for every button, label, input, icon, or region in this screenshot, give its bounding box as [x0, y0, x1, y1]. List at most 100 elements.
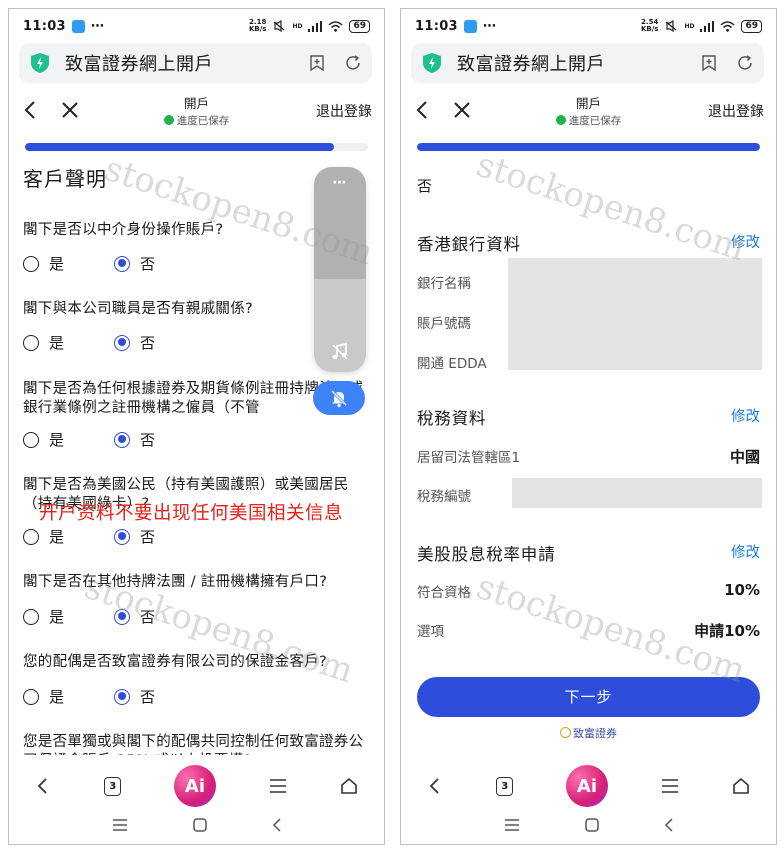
browser-page-title: 致富證券網上開戶: [457, 54, 605, 75]
home-square-icon[interactable]: [584, 818, 599, 832]
home-icon[interactable]: [340, 777, 358, 795]
home-square-icon[interactable]: [192, 818, 207, 832]
battery-indicator: 69: [741, 19, 762, 33]
system-nav-bar: [9, 809, 384, 841]
radio-no-selected[interactable]: [114, 688, 131, 705]
progress-bar: [25, 143, 368, 151]
bell-off-icon: [330, 389, 348, 408]
phone-screen-right: 11:03 ⋯ 2.54 KB/s HD 69 致富證券網上開戶 開戶 進度已保…: [400, 8, 777, 845]
progress-fill: [417, 143, 760, 151]
browser-url-bar[interactable]: 致富證券網上開戶: [19, 43, 372, 83]
radio-group-licensed-employee: 是 否: [23, 429, 155, 450]
phone-screen-left: 11:03 ⋯ 2.18 KB/s HD 69 致富證券網上開戶 開戶 進度已保…: [8, 8, 385, 845]
previous-answer: 否: [417, 177, 433, 195]
page-nav-bar: 開戶 進度已保存 退出登錄: [9, 91, 384, 135]
bookmark-add-icon[interactable]: [700, 54, 718, 72]
edit-bank-link[interactable]: 修改: [731, 231, 760, 252]
check-icon: [163, 115, 174, 125]
radio-group-spouse-margin: 是 否: [23, 686, 155, 707]
edit-us-dividend-link[interactable]: 修改: [731, 541, 760, 562]
bank-section-title: 香港銀行資料: [417, 235, 521, 254]
radio-no-selected[interactable]: [114, 334, 131, 351]
shield-icon: [423, 53, 441, 73]
brand-logo-icon: [560, 727, 571, 738]
question-spouse-margin: 您的配偶是否致富證券有限公司的保證金客戶?: [23, 654, 327, 670]
status-bar: 11:03 ⋯ 2.54 KB/s HD 69: [401, 9, 776, 43]
eligibility-row: 符合資格 10%: [417, 581, 760, 601]
tab-count-button[interactable]: 3: [104, 776, 122, 796]
next-step-button[interactable]: 下一步: [417, 677, 760, 717]
progress-bar: [417, 143, 760, 151]
bank-section: 香港銀行資料 修改: [417, 231, 760, 255]
residence-value: 中國: [729, 448, 760, 466]
refresh-icon[interactable]: [344, 54, 362, 72]
check-icon: [555, 115, 566, 125]
radio-yes[interactable]: [23, 528, 39, 545]
browser-bottom-bar: 3 Ai: [9, 757, 384, 815]
radio-yes[interactable]: [23, 431, 39, 448]
bookmark-add-icon[interactable]: [308, 54, 326, 72]
option-row: 選項 申請10%: [417, 622, 760, 640]
status-time: 11:03: [415, 18, 458, 34]
system-back-icon[interactable]: [664, 818, 674, 832]
menu-icon[interactable]: [661, 778, 679, 794]
logout-button[interactable]: 退出登錄: [316, 101, 372, 121]
more-notifications-icon: ⋯: [482, 18, 496, 34]
shield-icon: [31, 53, 49, 73]
question-other-accounts: 閣下是否在其他持牌法團 / 註冊機構擁有戶口?: [23, 574, 328, 590]
signal-icon: [308, 20, 323, 32]
refresh-icon[interactable]: [736, 54, 754, 72]
recent-apps-icon[interactable]: [112, 819, 128, 831]
redacted-tin: [512, 478, 762, 508]
ai-assistant-button[interactable]: Ai: [565, 765, 608, 807]
home-icon[interactable]: [732, 777, 750, 795]
radio-group-staff-relative: 是 否: [23, 332, 155, 353]
recent-apps-icon[interactable]: [504, 819, 520, 831]
more-icon[interactable]: ⋯: [314, 175, 366, 191]
radio-group-intermediary: 是 否: [23, 253, 155, 274]
tax-section: 稅務資料 修改: [417, 405, 760, 429]
annotation-note: 开户资料不要出现任何美国相关信息: [39, 503, 344, 524]
radio-no-selected[interactable]: [114, 528, 131, 545]
edit-tax-link[interactable]: 修改: [731, 405, 760, 426]
network-speed: 2.54 KB/s: [640, 18, 659, 33]
radio-yes[interactable]: [23, 688, 39, 705]
tab-count-button[interactable]: 3: [496, 776, 514, 796]
silent-icon: [274, 20, 285, 32]
question-voting-control: 您是否單獨或與閣下的配偶共同控制任何致富證券公司保證金賬戶 35% 或以上投票權…: [23, 734, 364, 755]
ai-assistant-button[interactable]: Ai: [173, 765, 216, 807]
radio-yes[interactable]: [23, 608, 39, 625]
floating-media-panel[interactable]: ⋯: [314, 167, 366, 372]
status-time: 11:03: [23, 18, 66, 34]
status-bar: 11:03 ⋯ 2.18 KB/s HD 69: [9, 9, 384, 43]
browser-bottom-bar: 3 Ai: [401, 757, 776, 815]
silent-icon: [666, 20, 677, 32]
radio-no-selected[interactable]: [114, 431, 131, 448]
browser-page-title: 致富證券網上開戶: [65, 54, 213, 75]
music-note-icon[interactable]: [330, 342, 350, 362]
radio-yes[interactable]: [23, 255, 39, 272]
radio-yes[interactable]: [23, 334, 39, 351]
option-value: 申請10%: [694, 622, 760, 640]
back-icon[interactable]: [35, 777, 51, 795]
browser-url-bar[interactable]: 致富證券網上開戶: [411, 43, 764, 83]
back-icon[interactable]: [427, 777, 443, 795]
hd-badge: HD: [292, 22, 303, 30]
more-notifications-icon: ⋯: [90, 18, 104, 34]
eligibility-value: 10%: [724, 581, 760, 599]
hd-badge: HD: [684, 22, 695, 30]
system-back-icon[interactable]: [272, 818, 282, 832]
radio-no-selected[interactable]: [114, 255, 131, 272]
brand-footer: 致富證券: [401, 725, 776, 741]
radio-group-us-person: 是 否: [23, 526, 155, 547]
residence-row: 居留司法管轄區1 中國: [417, 448, 760, 466]
radio-no-selected[interactable]: [114, 608, 131, 625]
progress-fill: [25, 143, 334, 151]
logout-button[interactable]: 退出登錄: [708, 101, 764, 121]
mute-toggle-button[interactable]: [313, 381, 365, 415]
network-speed: 2.18 KB/s: [248, 18, 267, 33]
app-notification-icon: [463, 19, 477, 33]
menu-icon[interactable]: [269, 778, 287, 794]
tax-section-title: 稅務資料: [417, 409, 487, 428]
page-nav-bar: 開戶 進度已保存 退出登錄: [401, 91, 776, 135]
